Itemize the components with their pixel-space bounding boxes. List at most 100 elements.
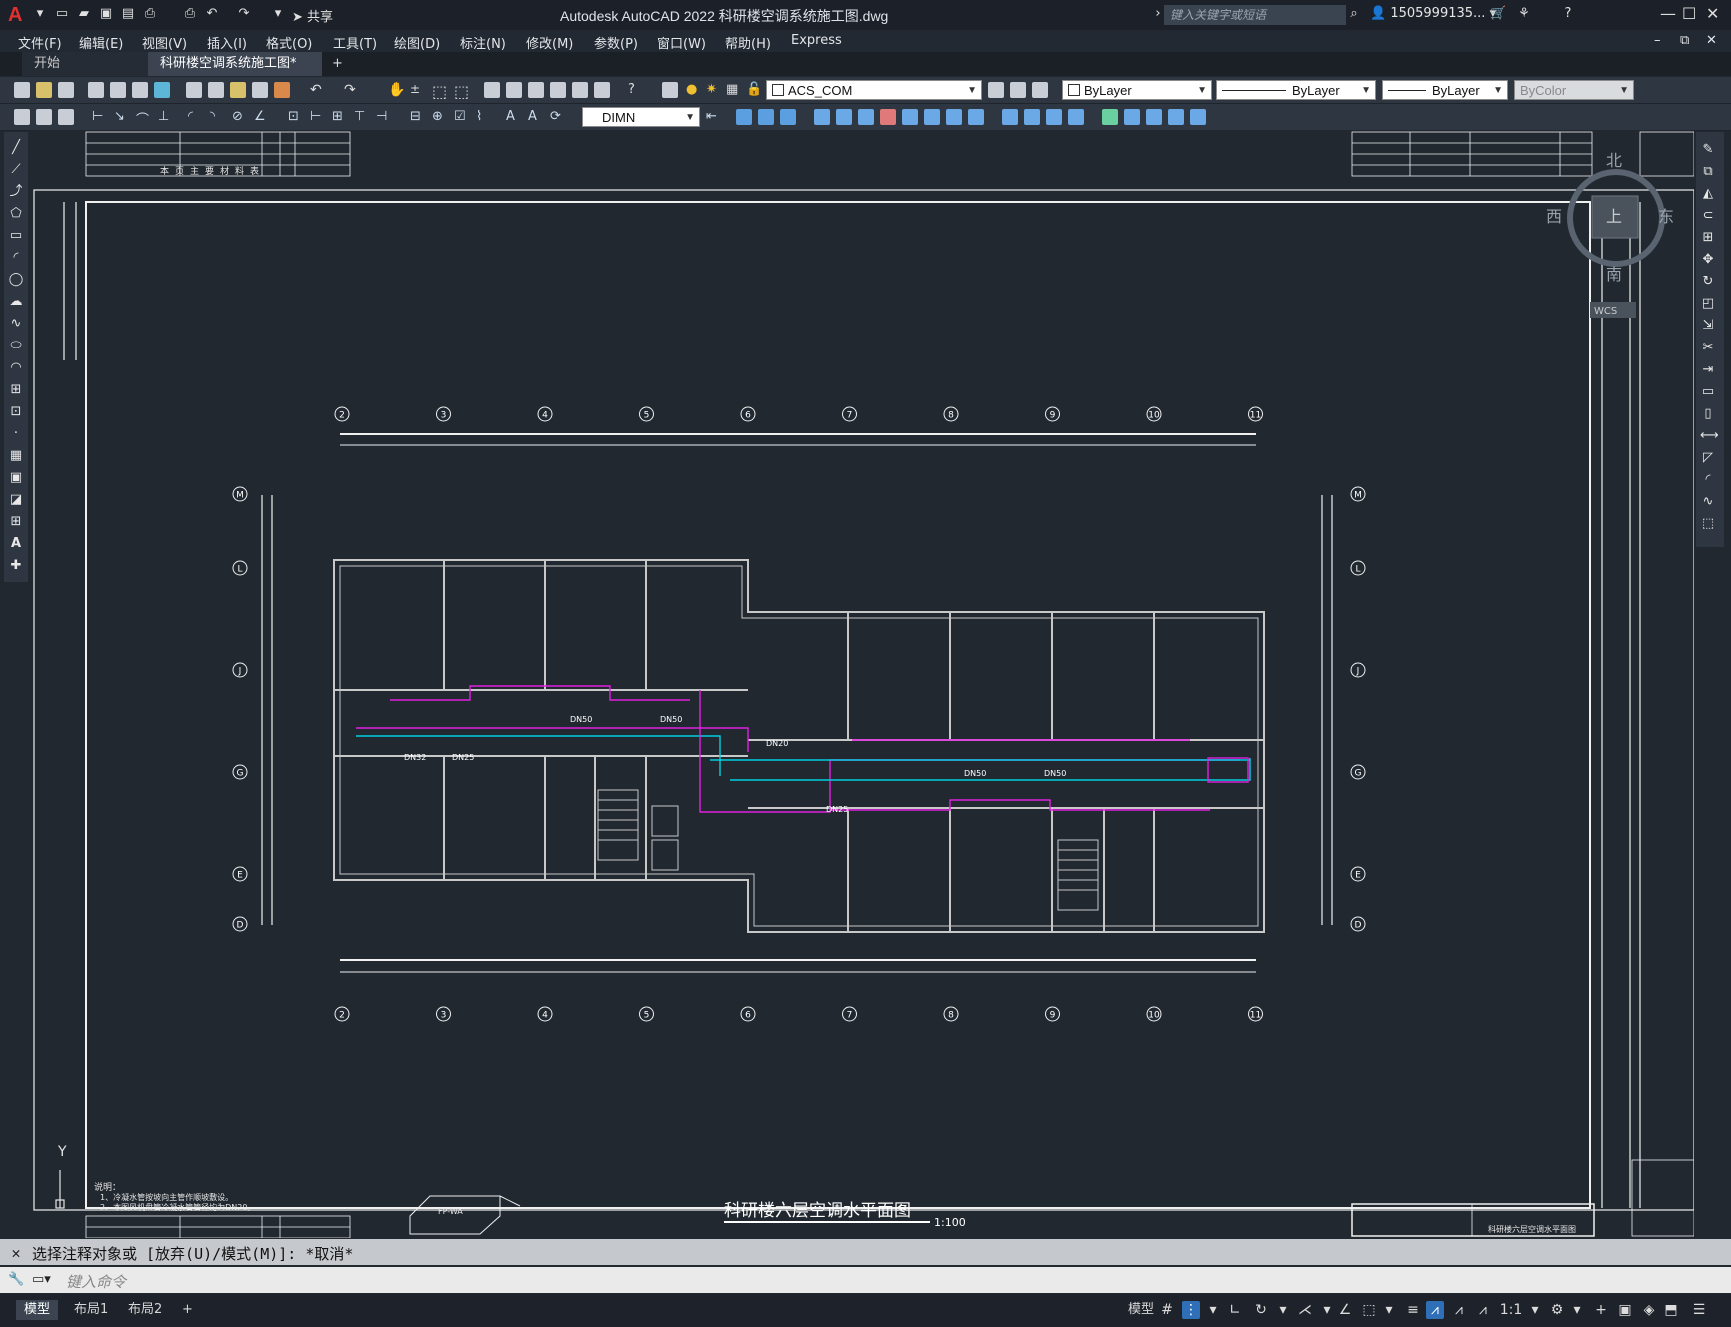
menu-insert[interactable]: 插入(I) <box>207 33 247 52</box>
dimstyle-dropdown[interactable]: DIMN ▼ <box>582 107 700 127</box>
3d-dwf-icon[interactable] <box>154 82 170 98</box>
paste-icon[interactable] <box>230 82 246 98</box>
annotation-visibility-icon[interactable]: ⩘ <box>1426 1301 1444 1319</box>
customize-icon[interactable]: ▾ <box>270 6 286 22</box>
modify-icon-19[interactable] <box>1168 109 1184 125</box>
cut-icon[interactable] <box>186 82 202 98</box>
menu-parametric[interactable]: 参数(P) <box>594 33 638 52</box>
modify-icon-4[interactable] <box>814 109 830 125</box>
modify-icon-13[interactable] <box>1024 109 1040 125</box>
modify-icon-20[interactable] <box>1190 109 1206 125</box>
viewcube-north[interactable]: 北 <box>1606 151 1622 170</box>
ellipse-arc-icon[interactable]: ◠ <box>8 360 24 376</box>
zoom-previous-icon[interactable]: ⬚ <box>454 82 470 101</box>
modify-icon-2[interactable] <box>758 109 774 125</box>
break-icon[interactable]: ▯ <box>1700 406 1716 422</box>
hatch-icon[interactable]: ▦ <box>8 448 24 464</box>
viewcube-west[interactable]: 西 <box>1546 207 1562 226</box>
quickcalc-icon[interactable] <box>594 82 610 98</box>
wrench-icon[interactable]: 🔧 <box>8 1272 24 1288</box>
rotate-icon[interactable]: ↻ <box>1700 274 1716 290</box>
modify-icon-10[interactable] <box>946 109 962 125</box>
plot-preview-icon[interactable] <box>110 82 126 98</box>
help-icon[interactable]: ? <box>1560 6 1576 22</box>
viewcube-east[interactable]: 东 <box>1658 207 1674 226</box>
osnap-icon[interactable]: ⬚ <box>1360 1301 1378 1319</box>
user-account[interactable]: 👤 1505999135... ▾ <box>1370 6 1496 21</box>
polar-menu-chevron-icon[interactable]: ▾ <box>1274 1301 1292 1319</box>
modify-icon-15[interactable] <box>1068 109 1084 125</box>
erase-icon[interactable]: ✎ <box>1700 142 1716 158</box>
explode-icon[interactable]: ⬚ <box>1700 516 1716 532</box>
search-input[interactable]: 键入关键字或短语 <box>1164 5 1346 25</box>
autocad-logo-icon[interactable]: A <box>8 4 22 27</box>
modify-icon-1[interactable] <box>736 109 752 125</box>
drawing-canvas[interactable]: 本页主要材料表 2 3 4 5 6 7 8 9 10 11 2 3 4 5 6 7 8 9 10 11 M L J G E D… <box>31 130 1694 1238</box>
menu-tools[interactable]: 工具(T) <box>333 33 377 52</box>
add-layout-icon[interactable]: + <box>174 1300 201 1320</box>
markup-icon[interactable] <box>572 82 588 98</box>
workspace-menu-chevron-icon[interactable]: ▾ <box>1568 1301 1586 1319</box>
center-mark-icon[interactable]: ⊕ <box>432 109 448 125</box>
dimstyle-icon[interactable]: ⇤ <box>706 109 722 125</box>
isodraft-icon[interactable]: ⋌ <box>1296 1301 1314 1319</box>
menu-window[interactable]: 窗口(W) <box>657 33 706 52</box>
modify-icon-9[interactable] <box>924 109 940 125</box>
mtext-icon[interactable]: A <box>8 536 24 552</box>
make-current-layer-icon[interactable] <box>988 82 1004 98</box>
undo-icon[interactable]: ↶ <box>310 82 326 98</box>
properties-icon[interactable] <box>484 82 500 98</box>
angular-dim-icon[interactable]: ∠ <box>254 109 270 125</box>
sheet-set-icon[interactable] <box>550 82 566 98</box>
recent-commands-icon[interactable]: ▭▾ <box>32 1272 51 1288</box>
region-icon[interactable]: ◪ <box>8 492 24 508</box>
doc-restore-icon[interactable]: ⧉ <box>1680 33 1689 48</box>
new-icon[interactable] <box>14 82 30 98</box>
polyline-icon[interactable]: ⤴ <box>8 184 24 200</box>
linear-dim-icon[interactable]: ⊢ <box>92 109 108 125</box>
ellipse-icon[interactable]: ⬭ <box>8 338 24 354</box>
copy-icon[interactable]: ⧉ <box>1700 164 1716 180</box>
layout-tab-model[interactable]: 模型 <box>16 1300 59 1320</box>
ordinate-dim-icon[interactable]: ⊥ <box>158 109 174 125</box>
redo-icon[interactable]: ↷ <box>344 82 360 98</box>
ortho-icon[interactable]: ∟ <box>1226 1301 1244 1319</box>
layout-tab-2[interactable]: 布局2 <box>120 1300 170 1320</box>
revcloud-icon[interactable]: ☁ <box>8 294 24 310</box>
save-icon[interactable] <box>58 82 74 98</box>
offset-icon[interactable]: ⊂ <box>1700 208 1716 224</box>
wcs-label[interactable]: WCS <box>1594 306 1617 317</box>
customization-icon[interactable]: ☰ <box>1690 1301 1708 1319</box>
layer-on-icon[interactable]: ● <box>686 82 702 98</box>
gradient-icon[interactable]: ▣ <box>8 470 24 486</box>
viewcube-top[interactable]: 上 <box>1606 207 1622 226</box>
save-as-icon[interactable]: ▤ <box>120 6 136 22</box>
menu-file[interactable]: 文件(F) <box>18 33 62 52</box>
arc-icon[interactable]: ◜ <box>8 250 24 266</box>
command-input[interactable]: 键入命令 <box>66 1271 126 1292</box>
match-prop-icon[interactable] <box>252 82 268 98</box>
open-folder-icon[interactable]: ▰ <box>76 6 92 22</box>
blend-icon[interactable]: ∿ <box>1700 494 1716 510</box>
clean-screen-icon[interactable]: ⬒ <box>1662 1301 1680 1319</box>
publish-icon[interactable] <box>132 82 148 98</box>
trim-icon[interactable]: ✂ <box>1700 340 1716 356</box>
layer-lock-icon[interactable]: 🔓 <box>746 82 762 98</box>
layer-dropdown[interactable]: ACS_COM ▼ <box>766 80 982 100</box>
modify-icon-16[interactable] <box>1102 109 1118 125</box>
undo-icon[interactable]: ↶ <box>204 6 220 22</box>
plot-icon[interactable] <box>88 82 104 98</box>
search-icon[interactable]: ⌕ <box>1346 6 1362 22</box>
share-button[interactable]: ➤ 共享 <box>292 6 352 25</box>
tool-palettes-icon[interactable] <box>528 82 544 98</box>
save-icon[interactable]: ▣ <box>98 6 114 22</box>
modify-icon-14[interactable] <box>1046 109 1062 125</box>
stretch-icon[interactable]: ⇲ <box>1700 318 1716 334</box>
snap-menu-chevron-icon[interactable]: ▾ <box>1204 1301 1222 1319</box>
array-icon[interactable]: ⊞ <box>1700 230 1716 246</box>
plus-icon[interactable]: + <box>1592 1301 1610 1319</box>
close-icon[interactable]: ✕ <box>1706 4 1719 23</box>
linetype-dropdown[interactable]: ByLayer ▼ <box>1216 80 1376 100</box>
line-icon[interactable]: ╱ <box>8 140 24 156</box>
menu-dimension[interactable]: 标注(N) <box>460 33 506 52</box>
